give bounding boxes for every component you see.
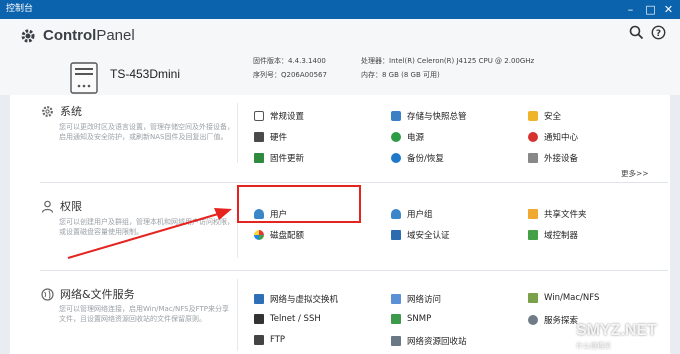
watermark: SMYZ.NET <box>576 322 657 339</box>
annotation-arrow <box>67 208 232 259</box>
watermark-sub: 什么值得买 <box>576 342 611 350</box>
